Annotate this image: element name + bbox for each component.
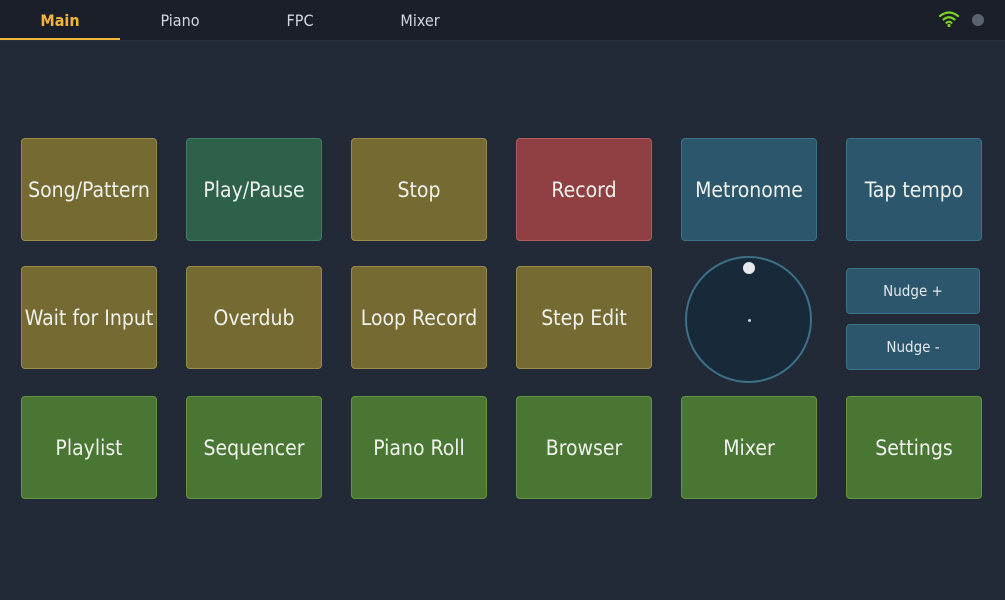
record-button[interactable]: Record xyxy=(516,138,652,241)
song-pattern-button[interactable]: Song/Pattern xyxy=(21,138,157,241)
tab-fpc[interactable]: FPC xyxy=(240,0,360,40)
play-pause-button[interactable]: Play/Pause xyxy=(186,138,322,241)
step-edit-button[interactable]: Step Edit xyxy=(516,266,652,369)
knob-indicator-icon xyxy=(743,262,755,274)
sequencer-button[interactable]: Sequencer xyxy=(186,396,322,499)
nudge-plus-button[interactable]: Nudge + xyxy=(846,268,980,314)
tab-main[interactable]: Main xyxy=(0,0,120,40)
playlist-button[interactable]: Playlist xyxy=(21,396,157,499)
piano-roll-button[interactable]: Piano Roll xyxy=(351,396,487,499)
stop-button[interactable]: Stop xyxy=(351,138,487,241)
settings-button[interactable]: Settings xyxy=(846,396,982,499)
mixer-button[interactable]: Mixer xyxy=(681,396,817,499)
tab-bar: Main Piano FPC Mixer xyxy=(0,0,1005,41)
metronome-button[interactable]: Metronome xyxy=(681,138,817,241)
tab-piano[interactable]: Piano xyxy=(120,0,240,40)
wait-for-input-button[interactable]: Wait for Input xyxy=(21,266,157,369)
tab-mixer[interactable]: Mixer xyxy=(360,0,480,40)
wifi-icon xyxy=(938,11,960,28)
overdub-button[interactable]: Overdub xyxy=(186,266,322,369)
browser-button[interactable]: Browser xyxy=(516,396,652,499)
tempo-knob[interactable] xyxy=(685,256,812,383)
tap-tempo-button[interactable]: Tap tempo xyxy=(846,138,982,241)
loop-record-button[interactable]: Loop Record xyxy=(351,266,487,369)
status-dot-icon xyxy=(972,14,984,26)
nudge-minus-button[interactable]: Nudge - xyxy=(846,324,980,370)
knob-center-icon xyxy=(748,319,751,322)
